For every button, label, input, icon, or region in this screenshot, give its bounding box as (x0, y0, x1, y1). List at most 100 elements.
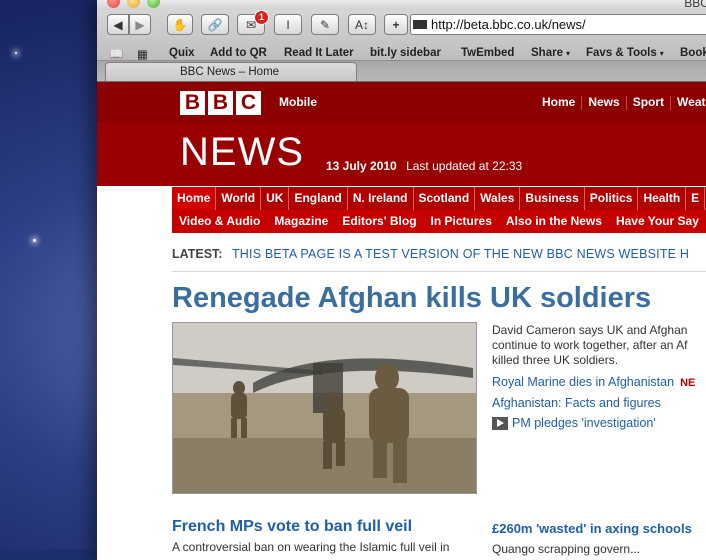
nav-item-uk[interactable]: UK (261, 187, 290, 210)
nav-item-england[interactable]: England (289, 187, 348, 210)
forward-button[interactable]: ▶ (129, 14, 151, 35)
secondary-headline[interactable]: French MPs vote to ban full veil (172, 518, 412, 536)
latest-label: LATEST: (172, 247, 223, 261)
pen-icon: ✎ (319, 17, 331, 32)
bookmark-item[interactable]: TwEmbed (461, 47, 514, 59)
dateline: 13 July 2010 Last updated at 22:33 (326, 159, 522, 173)
mobile-link[interactable]: Mobile (279, 95, 317, 109)
nav-item-editors-blog[interactable]: Editors' Blog (335, 210, 423, 233)
plus-icon: + (392, 17, 400, 32)
top-nav-home[interactable]: Home (542, 95, 575, 109)
bookmark-item[interactable]: Quix (169, 47, 195, 59)
window-title: BBC News – Ho (684, 0, 706, 10)
mail-button[interactable]: ✉ 1 (237, 10, 269, 35)
bookmark-item[interactable]: Book (680, 47, 706, 59)
related-link-label: Royal Marine dies in Afghanistan (492, 375, 675, 389)
link-button[interactable]: 🔗 (201, 14, 229, 35)
star-sparkle (15, 52, 17, 54)
nav-item-have-your-say[interactable]: Have Your Say (609, 210, 706, 233)
top-nav-weather[interactable]: Weat (677, 95, 705, 109)
mail-badge: 1 (254, 10, 269, 25)
divider (172, 271, 706, 272)
bookmark-item[interactable]: Add to QR (210, 47, 267, 59)
summary-line: continue to work together, after an Af (492, 338, 688, 352)
font-size-button[interactable]: A↕ (348, 14, 376, 35)
nav-divider (625, 95, 627, 110)
nav-item-in-pictures[interactable]: In Pictures (424, 210, 499, 233)
extension-button[interactable]: ✋ (167, 14, 193, 35)
related-link-label: PM pledges 'investigation' (512, 416, 656, 430)
back-arrow-icon: ◀ (113, 17, 123, 32)
story-photo[interactable] (172, 322, 477, 494)
news-wordmark[interactable]: NEWS (180, 130, 304, 175)
bookmark-item[interactable]: Read It Later (284, 47, 354, 59)
secondary-summary: A controversial ban on wearing the Islam… (172, 540, 450, 554)
nav-item-also-in-news[interactable]: Also in the News (499, 210, 609, 233)
nav-item-more[interactable]: E (686, 187, 706, 210)
nav-item-scotland[interactable]: Scotland (414, 187, 476, 210)
add-bookmark-button[interactable]: + (384, 14, 408, 35)
close-window-button[interactable] (107, 0, 120, 8)
side-story-summary: Quango scrapping govern... (492, 542, 641, 556)
bookmark-item[interactable]: bit.ly sidebar (370, 47, 441, 59)
top-nav-sport[interactable]: Sport (633, 95, 664, 109)
new-tag: NE (680, 377, 696, 389)
dropdown-arrow-icon: ▾ (565, 49, 570, 58)
related-link[interactable]: Afghanistan: Facts and figures (492, 396, 661, 410)
latest-text[interactable]: THIS BETA PAGE IS A TEST VERSION OF THE … (232, 247, 689, 261)
tab-bar: BBC News – Home (97, 61, 706, 82)
bookmark-menu-share[interactable]: Share ▾ (531, 47, 570, 59)
browser-toolbar: ◀ ▶ ✋ 🔗 ✉ 1 I ✎ A↕ + http://beta.bbc.co.… (97, 10, 706, 61)
related-video-link[interactable]: PM pledges 'investigation' (492, 416, 656, 431)
logo-letter: C (236, 91, 261, 115)
zoom-window-button[interactable] (147, 0, 160, 8)
top-nav: Home News Sport Weat (542, 95, 706, 110)
current-date: 13 July 2010 (326, 159, 397, 173)
forward-arrow-icon: ▶ (135, 17, 145, 32)
bookmarks-grid-icon[interactable]: ▦ (137, 47, 148, 61)
text-button[interactable]: I (274, 14, 302, 35)
nav-item-world[interactable]: World (216, 187, 262, 210)
nav-item-magazine[interactable]: Magazine (267, 210, 335, 233)
summary-line: David Cameron says UK and Afghan (492, 323, 688, 337)
back-button[interactable]: ◀ (107, 14, 129, 35)
nav-divider (581, 95, 583, 110)
nav-item-politics[interactable]: Politics (585, 187, 639, 210)
latest-ticker: LATEST: THIS BETA PAGE IS A TEST VERSION… (172, 247, 689, 261)
nav-item-health[interactable]: Health (638, 187, 687, 210)
header-top-bar: B B C Mobile Home News Sport Weat (97, 82, 706, 122)
star-sparkle (33, 239, 36, 242)
link-icon: 🔗 (207, 17, 223, 32)
bookmarks-book-icon[interactable]: 📖 (109, 47, 123, 61)
bookmark-menu-favs[interactable]: Favs & Tools ▾ (586, 47, 664, 59)
side-story-headline[interactable]: £260m 'wasted' in axing schools (492, 521, 692, 536)
soldiers-helicopter-image (173, 323, 476, 493)
play-icon (492, 417, 508, 431)
nav-item-n-ireland[interactable]: N. Ireland (348, 187, 414, 210)
tab-title: BBC News – Home (180, 66, 280, 78)
hand-icon: ✋ (172, 17, 188, 32)
related-link[interactable]: Royal Marine dies in Afghanistan NE (492, 375, 695, 389)
nav-divider (670, 95, 672, 110)
related-link-label: Afghanistan: Facts and figures (492, 396, 661, 410)
bookmark-menu-label: Favs & Tools (586, 47, 657, 59)
nav-item-video-audio[interactable]: Video & Audio (172, 210, 267, 233)
main-headline[interactable]: Renegade Afghan kills UK soldiers (172, 282, 651, 315)
nav-item-business[interactable]: Business (520, 187, 585, 210)
primary-nav: Home World UK England N. Ireland Scotland Wale… (172, 187, 706, 210)
site-header: B B C Mobile Home News Sport Weat NEWS 13 J… (97, 82, 706, 186)
bbc-logo[interactable]: B B C (180, 91, 261, 115)
bookmark-menu-label: Share (531, 47, 563, 59)
address-bar[interactable]: http://beta.bbc.co.uk/news/ (410, 14, 706, 35)
font-size-icon: A↕ (354, 17, 369, 32)
logo-letter: B (208, 91, 233, 115)
url-text: http://beta.bbc.co.uk/news/ (431, 17, 586, 32)
css-button[interactable]: ✎ (311, 14, 339, 35)
text-cursor-icon: I (286, 17, 290, 32)
tab-bbc-news[interactable]: BBC News – Home (105, 62, 357, 81)
minimize-window-button[interactable] (127, 0, 140, 8)
story-summary: David Cameron says UK and Afghan continu… (492, 323, 706, 368)
top-nav-news[interactable]: News (588, 95, 619, 109)
nav-item-wales[interactable]: Wales (475, 187, 521, 210)
nav-item-home[interactable]: Home (172, 187, 217, 210)
